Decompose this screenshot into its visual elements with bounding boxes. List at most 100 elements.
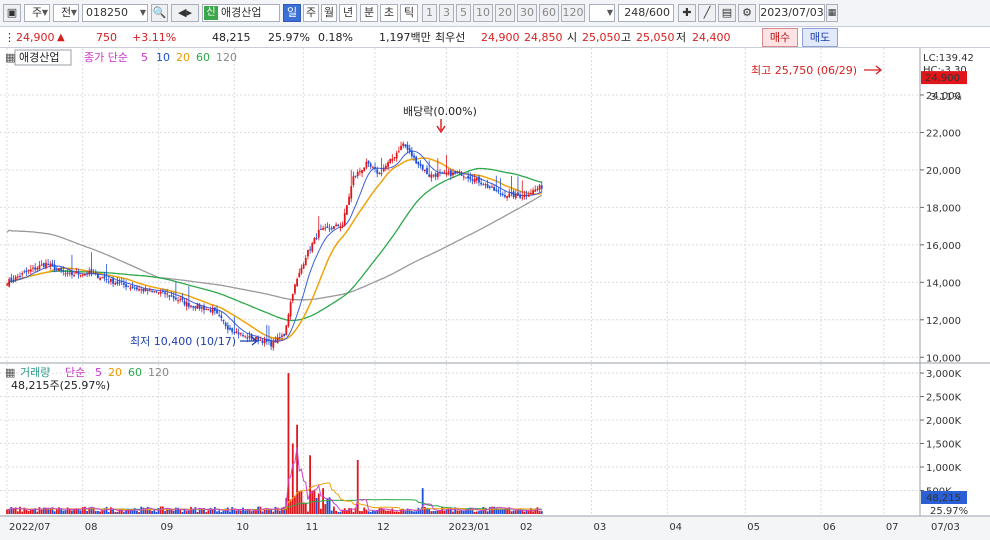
volume-bar xyxy=(291,443,294,514)
market-type-label: 주 xyxy=(31,6,43,19)
speaker-icon[interactable]: ◀▸ xyxy=(171,4,199,22)
sell-button[interactable]: 매도 xyxy=(802,28,838,47)
bar-count-total: /600 xyxy=(645,6,670,19)
volume-legend-icon[interactable]: ▦ xyxy=(5,366,15,379)
interval-60-button[interactable]: 60 xyxy=(539,4,559,22)
candle-body xyxy=(248,335,251,338)
calendar-icon[interactable]: ▦ xyxy=(826,4,838,22)
volume-bar xyxy=(337,512,340,514)
volume-bar xyxy=(244,510,247,514)
date-field[interactable]: 2023/07/03 xyxy=(759,4,825,22)
gear-icon[interactable]: ⚙ xyxy=(738,4,756,22)
interval-20-button[interactable]: 20 xyxy=(495,4,515,22)
date-tick-label: 10 xyxy=(236,522,249,533)
volume-bar xyxy=(307,511,309,514)
candle-body xyxy=(164,292,166,295)
volume-legend-ma60[interactable]: 60 xyxy=(128,366,142,379)
volume-bar xyxy=(415,511,418,514)
interval-5-button[interactable]: 5 xyxy=(456,4,471,22)
period-second-button[interactable]: 초 xyxy=(380,4,398,22)
volume-legend-ma5[interactable]: 5 xyxy=(95,366,102,379)
volume-bar xyxy=(384,510,387,514)
candle-body xyxy=(439,172,441,174)
save-icon[interactable]: ▤ xyxy=(718,4,736,22)
price-tick-label: 22,000 xyxy=(926,128,961,139)
volume-bar xyxy=(25,509,28,514)
candle-body xyxy=(62,270,65,272)
candle-body xyxy=(261,340,264,343)
stock-name-field[interactable]: 신 애경산업 xyxy=(202,4,280,22)
candle-body xyxy=(218,315,221,317)
high-label: 고 xyxy=(621,31,632,44)
line-tool-icon[interactable]: ╱ xyxy=(698,4,716,22)
interval-select[interactable]: ▼ xyxy=(589,4,615,22)
volume-bar xyxy=(352,511,355,514)
date-tick-label: 07/03 xyxy=(931,522,960,533)
period-minute-button[interactable]: 분 xyxy=(360,4,378,22)
legend-ma20[interactable]: 20 xyxy=(176,51,190,64)
volume-bar xyxy=(278,510,281,514)
period-type-select[interactable]: 전 ▼ xyxy=(53,4,79,22)
interval-120-button[interactable]: 120 xyxy=(561,4,585,22)
volume-bar xyxy=(330,510,333,514)
price-change-pct: +3.11% xyxy=(132,31,177,44)
period-tick-button[interactable]: 틱 xyxy=(400,4,418,22)
candle-body xyxy=(484,184,487,186)
more-options-icon[interactable]: ⋮ xyxy=(4,30,15,45)
interval-30-button[interactable]: 30 xyxy=(517,4,537,22)
search-icon[interactable]: 🔍 xyxy=(151,4,168,22)
volume-legend-name[interactable]: 거래량 xyxy=(20,366,50,379)
candle-body xyxy=(79,275,82,277)
legend-stock-name[interactable]: 애경산업 xyxy=(19,51,59,64)
volume-bar xyxy=(274,506,277,514)
candle-body xyxy=(432,175,435,177)
candle-body xyxy=(358,171,361,173)
date-tick-label: 08 xyxy=(85,522,98,533)
period-week-button[interactable]: 주 xyxy=(303,4,319,22)
stock-code-input[interactable]: 018250 ▼ xyxy=(82,4,148,22)
crosshair-icon[interactable]: ✚ xyxy=(678,4,696,22)
stock-chart[interactable]: 10,000 12,000 14,000 16,000 18,000 20,000 22,0… xyxy=(0,48,990,540)
volume-bar xyxy=(462,510,465,514)
period-month-button[interactable]: 월 xyxy=(321,4,337,22)
candle-body xyxy=(428,174,431,177)
candle-body xyxy=(504,195,506,197)
volume-bar xyxy=(62,510,65,514)
candle-body xyxy=(538,185,541,190)
volume-bar xyxy=(233,509,236,514)
legend-ma60[interactable]: 60 xyxy=(196,51,210,64)
buy-button[interactable]: 매수 xyxy=(762,28,798,47)
candle-body xyxy=(491,186,493,188)
volume-legend-ma20[interactable]: 20 xyxy=(108,366,122,379)
candle-body xyxy=(101,277,104,279)
date-tick-label: 05 xyxy=(747,522,760,533)
bid-price: 24,850 xyxy=(524,31,563,44)
window-icon[interactable]: ▣ xyxy=(3,4,21,22)
market-type-select[interactable]: 주 ▼ xyxy=(24,4,50,22)
date-tick-label: 02 xyxy=(520,522,533,533)
candle-body xyxy=(32,267,34,269)
period-day-button[interactable]: 일 xyxy=(283,4,301,22)
bar-count-field[interactable]: 248/600 xyxy=(618,4,674,22)
legend-ma10[interactable]: 10 xyxy=(156,51,170,64)
legend-ma120[interactable]: 120 xyxy=(216,51,237,64)
legend-ma5[interactable]: 5 xyxy=(141,51,148,64)
legend-menu-icon[interactable]: ▦ xyxy=(5,51,15,64)
interval-1-button[interactable]: 1 xyxy=(422,4,437,22)
candle-body xyxy=(475,178,478,181)
volume-bar xyxy=(296,424,299,514)
interval-label: 120 xyxy=(562,6,584,19)
legend-ma-type[interactable]: 종가 단순 xyxy=(84,51,128,64)
volume-bar xyxy=(16,511,19,514)
candle-body xyxy=(34,267,37,270)
interval-10-button[interactable]: 10 xyxy=(473,4,493,22)
candle-body xyxy=(276,337,279,344)
volume-legend-type[interactable]: 단순 xyxy=(65,366,85,379)
volume-legend-ma120[interactable]: 120 xyxy=(148,366,169,379)
period-year-button[interactable]: 년 xyxy=(339,4,357,22)
candle-body xyxy=(94,272,97,274)
volume-bar xyxy=(155,511,158,514)
interval-3-button[interactable]: 3 xyxy=(439,4,454,22)
chevron-down-icon: ▼ xyxy=(70,8,77,17)
candle-body xyxy=(235,331,238,334)
